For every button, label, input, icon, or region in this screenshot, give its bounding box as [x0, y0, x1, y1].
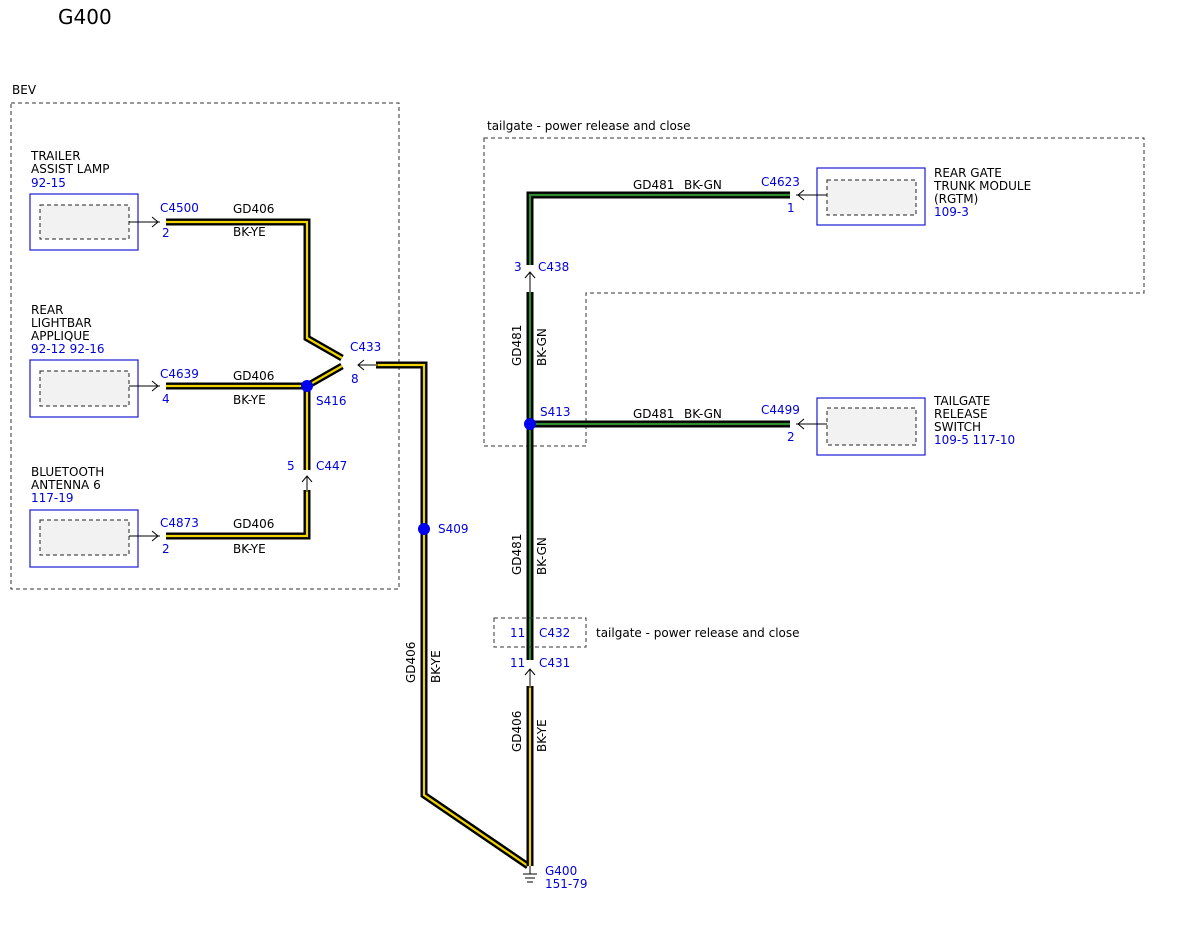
wire-gd406-c4500 [166, 218, 344, 362]
component-inner [39, 370, 130, 407]
c4500-label[interactable]: C4500 [160, 201, 199, 215]
wire-color-label: BK-GN [684, 178, 722, 192]
bluetooth-antenna[interactable]: BLUETOOTH ANTENNA 6 117-19 [29, 465, 139, 568]
s413-label[interactable]: S413 [540, 405, 571, 419]
splice-s416-dot[interactable] [301, 380, 313, 392]
lightbar-name-2: LIGHTBAR [31, 316, 92, 330]
wire-color-label: BK-YE [233, 225, 266, 239]
c4873-label[interactable]: C4873 [160, 516, 199, 530]
s409-label[interactable]: S409 [438, 522, 469, 536]
wire-color-label: BK-YE [429, 650, 443, 683]
rear-gate-trunk-module[interactable]: REAR GATE TRUNK MODULE (RGTM) 109-3 [816, 166, 1031, 226]
rgtm-name-3: (RGTM) [934, 192, 978, 206]
wire-gd481-c4623 [526, 191, 790, 265]
bluetooth-name-2: ANTENNA 6 [31, 478, 101, 492]
c4623-label[interactable]: C4623 [761, 175, 800, 189]
rgtm-name-1: REAR GATE [934, 166, 1002, 180]
switch-name-2: RELEASE [934, 407, 988, 421]
wire-circuit-label: GD481 [510, 325, 524, 366]
component-inner [826, 179, 917, 216]
component-inner [826, 407, 917, 446]
trailer-lamp-ref[interactable]: 92-15 [31, 176, 66, 190]
bluetooth-name-1: BLUETOOTH [31, 465, 104, 479]
c447-pin: 5 [287, 459, 295, 473]
c432-label[interactable]: C432 [539, 626, 570, 640]
c431-pin: 11 [510, 656, 525, 670]
bluetooth-ref[interactable]: 117-19 [31, 491, 74, 505]
c438-label[interactable]: C438 [538, 260, 569, 274]
wire-color-label: BK-GN [535, 328, 549, 366]
wire-color-label: BK-YE [535, 719, 549, 752]
tailgate-region-label: tailgate - power release and close [487, 119, 691, 133]
component-inner [39, 519, 130, 556]
wire-color-label: BK-YE [233, 542, 266, 556]
c4623-pin: 1 [787, 201, 795, 215]
switch-name-1: TAILGATE [933, 394, 990, 408]
wire-circuit-label: GD406 [404, 642, 418, 683]
c4499-label[interactable]: C4499 [761, 403, 800, 417]
c447-label[interactable]: C447 [316, 459, 347, 473]
c433-pin: 8 [351, 372, 359, 386]
lightbar-name-1: REAR [31, 303, 63, 317]
c432-region-label: tailgate - power release and close [596, 626, 800, 640]
wire-color-label: BK-GN [535, 537, 549, 575]
lightbar-name-3: APPLIQUE [31, 329, 90, 343]
c431-label[interactable]: C431 [539, 656, 570, 670]
tailgate-region-boundary [483, 137, 1145, 447]
wire-color-label: BK-GN [684, 407, 722, 421]
component-inner [39, 204, 130, 240]
c433-label[interactable]: C433 [350, 340, 381, 354]
wire-circuit-label: GD406 [233, 202, 274, 216]
ground-label[interactable]: G400 [545, 864, 577, 878]
trailer-assist-lamp[interactable]: TRAILER ASSIST LAMP 92-15 [29, 149, 139, 251]
splice-s413-dot[interactable] [524, 418, 536, 430]
wire-color-label: BK-YE [233, 393, 266, 407]
right-pin-stubs [796, 194, 827, 425]
splice-s409-dot[interactable] [418, 523, 430, 535]
rgtm-ref[interactable]: 109-3 [934, 205, 969, 219]
bev-region-label: BEV [12, 83, 37, 97]
c4639-pin: 4 [162, 392, 170, 406]
page-title: G400 [58, 5, 112, 29]
s416-label[interactable]: S416 [316, 394, 347, 408]
wiring-diagram: G400 BEV TRAILER ASSIST LAMP 92-15 REAR … [10, 5, 1145, 891]
wire-circuit-label: GD481 [510, 534, 524, 575]
c438-pin: 3 [514, 260, 522, 274]
switch-ref[interactable]: 109-5 117-10 [934, 433, 1015, 447]
wire-circuit-label: GD481 [633, 407, 674, 421]
connector-symbols [151, 189, 805, 688]
wire-circuit-label: GD406 [510, 711, 524, 752]
wire-circuit-label: GD406 [233, 369, 274, 383]
c4499-pin: 2 [787, 430, 795, 444]
c432-pin: 11 [510, 626, 525, 640]
ground-icon [523, 866, 537, 883]
rear-lightbar-applique[interactable]: REAR LIGHTBAR APPLIQUE 92-12 92-16 [29, 303, 139, 418]
switch-name-3: SWITCH [934, 420, 981, 434]
ground-ref[interactable]: 151-79 [545, 877, 588, 891]
c4873-pin: 2 [162, 542, 170, 556]
c4639-label[interactable]: C4639 [160, 367, 199, 381]
c4500-pin: 2 [162, 226, 170, 240]
tailgate-release-switch[interactable]: TAILGATE RELEASE SWITCH 109-5 117-10 [816, 394, 1015, 456]
rgtm-name-2: TRUNK MODULE [933, 179, 1031, 193]
wire-gd406-c433-ground [376, 361, 530, 869]
wire-circuit-label: GD481 [633, 178, 674, 192]
wire-circuit-label: GD406 [233, 517, 274, 531]
lightbar-ref[interactable]: 92-12 92-16 [31, 342, 105, 356]
trailer-lamp-name-2: ASSIST LAMP [31, 162, 110, 176]
trailer-lamp-name-1: TRAILER [30, 149, 81, 163]
